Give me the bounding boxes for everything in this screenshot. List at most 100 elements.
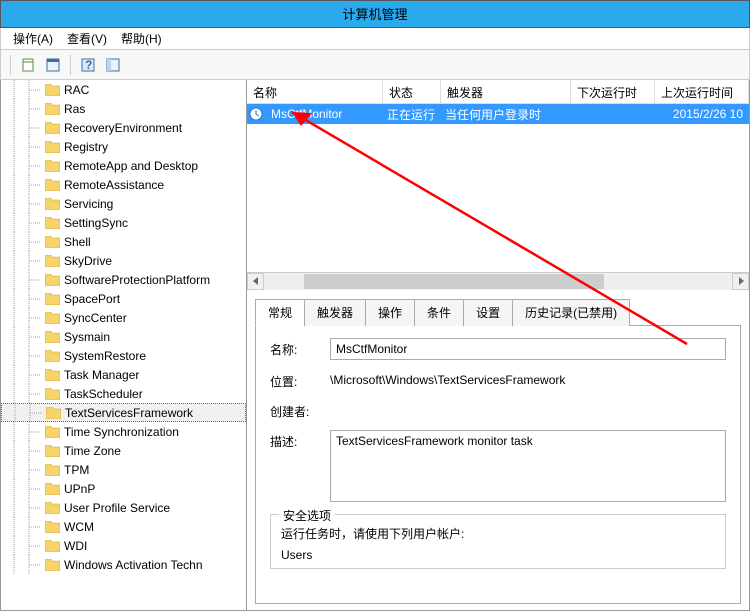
sidebar-item-label: WDI [64, 539, 87, 553]
tree-lines [5, 251, 45, 270]
menu-help[interactable]: 帮助(H) [121, 30, 162, 47]
tree-lines [5, 232, 45, 251]
sidebar-item-taskscheduler[interactable]: TaskScheduler [1, 384, 246, 403]
sidebar-item-windows-activation-techn[interactable]: Windows Activation Techn [1, 555, 246, 574]
sidebar-item-label: SkyDrive [64, 254, 112, 268]
sidebar-item-label: RecoveryEnvironment [64, 121, 182, 135]
tab-history[interactable]: 历史记录(已禁用) [512, 299, 630, 326]
sidebar-item-tpm[interactable]: TPM [1, 460, 246, 479]
tree-lines [5, 536, 45, 555]
toolbar-button-4[interactable] [102, 54, 124, 76]
sidebar-item-remoteassistance[interactable]: RemoteAssistance [1, 175, 246, 194]
label-author: 创建者: [270, 400, 330, 420]
cell-next-run: 2015/2/26 10 [653, 107, 749, 121]
tab-actions[interactable]: 操作 [365, 299, 415, 326]
tree-lines [5, 156, 45, 175]
sidebar-item-recoveryenvironment[interactable]: RecoveryEnvironment [1, 118, 246, 137]
sidebar-item-label: TPM [64, 463, 89, 477]
sidebar-item-softwareprotectionplatform[interactable]: SoftwareProtectionPlatform [1, 270, 246, 289]
sidebar-item-textservicesframework[interactable]: TextServicesFramework [1, 403, 246, 422]
sidebar-item-label: RAC [64, 83, 89, 97]
folder-icon [45, 502, 60, 514]
help-icon: ? [80, 57, 96, 73]
window-title: 计算机管理 [0, 0, 750, 28]
col-status[interactable]: 状态 [383, 80, 441, 103]
sidebar-item-ras[interactable]: Ras [1, 99, 246, 118]
tree-lines [5, 517, 45, 536]
sidebar-item-label: Time Synchronization [64, 425, 179, 439]
field-name[interactable] [330, 338, 726, 360]
horizontal-scrollbar[interactable] [247, 272, 749, 289]
sidebar-item-label: User Profile Service [64, 501, 170, 515]
tree-lines [5, 479, 45, 498]
security-run-msg: 运行任务时，请使用下列用户帐户: [281, 525, 715, 542]
folder-icon [45, 331, 60, 343]
tab-conditions[interactable]: 条件 [414, 299, 464, 326]
folder-icon [45, 312, 60, 324]
sidebar-item-remoteapp-and-desktop[interactable]: RemoteApp and Desktop [1, 156, 246, 175]
grid-body[interactable]: MsCtfMonitor 正在运行 当任何用户登录时 2015/2/26 10 [247, 104, 749, 272]
folder-icon [45, 464, 60, 476]
cell-status: 正在运行 [381, 106, 439, 123]
tab-settings[interactable]: 设置 [463, 299, 513, 326]
sidebar-item-systemrestore[interactable]: SystemRestore [1, 346, 246, 365]
sidebar-item-label: UPnP [64, 482, 95, 496]
grid-header: 名称 状态 触发器 下次运行时间 上次运行时间 [247, 80, 749, 104]
tree-lines [5, 555, 45, 574]
sidebar-item-spaceport[interactable]: SpacePort [1, 289, 246, 308]
scroll-track[interactable] [264, 273, 732, 290]
sidebar-item-sysmain[interactable]: Sysmain [1, 327, 246, 346]
field-description[interactable] [330, 430, 726, 502]
tree-lines [5, 498, 45, 517]
sidebar-item-upnp[interactable]: UPnP [1, 479, 246, 498]
table-row[interactable]: MsCtfMonitor 正在运行 当任何用户登录时 2015/2/26 10 [247, 104, 749, 124]
scroll-thumb[interactable] [304, 274, 604, 289]
sidebar-item-time-synchronization[interactable]: Time Synchronization [1, 422, 246, 441]
tree-lines [5, 365, 45, 384]
sidebar-item-rac[interactable]: RAC [1, 80, 246, 99]
toolbar-button-3[interactable]: ? [77, 54, 99, 76]
menu-view[interactable]: 查看(V) [67, 30, 107, 47]
tab-triggers[interactable]: 触发器 [304, 299, 366, 326]
sidebar-item-shell[interactable]: Shell [1, 232, 246, 251]
sidebar-item-label: SoftwareProtectionPlatform [64, 273, 210, 287]
label-location: 位置: [270, 370, 330, 390]
security-users: Users [281, 548, 715, 562]
col-next-run[interactable]: 下次运行时间 [571, 80, 655, 103]
sidebar-item-registry[interactable]: Registry [1, 137, 246, 156]
tree-lines [5, 460, 45, 479]
sidebar-item-skydrive[interactable]: SkyDrive [1, 251, 246, 270]
toolbar: ? [0, 50, 750, 80]
sidebar-item-servicing[interactable]: Servicing [1, 194, 246, 213]
sidebar-item-label: SpacePort [64, 292, 120, 306]
sidebar-item-synccenter[interactable]: SyncCenter [1, 308, 246, 327]
sidebar-item-wcm[interactable]: WCM [1, 517, 246, 536]
cell-trigger: 当任何用户登录时 [439, 106, 569, 123]
toolbar-button-2[interactable] [42, 54, 64, 76]
sidebar-item-time-zone[interactable]: Time Zone [1, 441, 246, 460]
folder-icon [45, 160, 60, 172]
sidebar-item-task-manager[interactable]: Task Manager [1, 365, 246, 384]
tree-lines [5, 99, 45, 118]
menu-action[interactable]: 操作(A) [13, 30, 53, 47]
col-last-run[interactable]: 上次运行时间 [655, 80, 749, 103]
scroll-right-icon[interactable] [732, 273, 749, 290]
tree-lines [5, 346, 45, 365]
tree-lines [5, 194, 45, 213]
col-trigger[interactable]: 触发器 [441, 80, 571, 103]
panel-icon [105, 57, 121, 73]
scroll-left-icon[interactable] [247, 273, 264, 290]
sidebar-item-user-profile-service[interactable]: User Profile Service [1, 498, 246, 517]
label-name: 名称: [270, 338, 330, 358]
tree-lines [5, 308, 45, 327]
folder-icon [45, 198, 60, 210]
main-area: RACRasRecoveryEnvironmentRegistryRemoteA… [0, 80, 750, 611]
sidebar-item-settingsync[interactable]: SettingSync [1, 213, 246, 232]
col-name[interactable]: 名称 [247, 80, 383, 103]
toolbar-button-1[interactable] [17, 54, 39, 76]
folder-icon [45, 540, 60, 552]
sidebar-item-wdi[interactable]: WDI [1, 536, 246, 555]
folder-tree[interactable]: RACRasRecoveryEnvironmentRegistryRemoteA… [1, 80, 247, 610]
folder-icon [45, 122, 60, 134]
tab-general[interactable]: 常规 [255, 299, 305, 326]
